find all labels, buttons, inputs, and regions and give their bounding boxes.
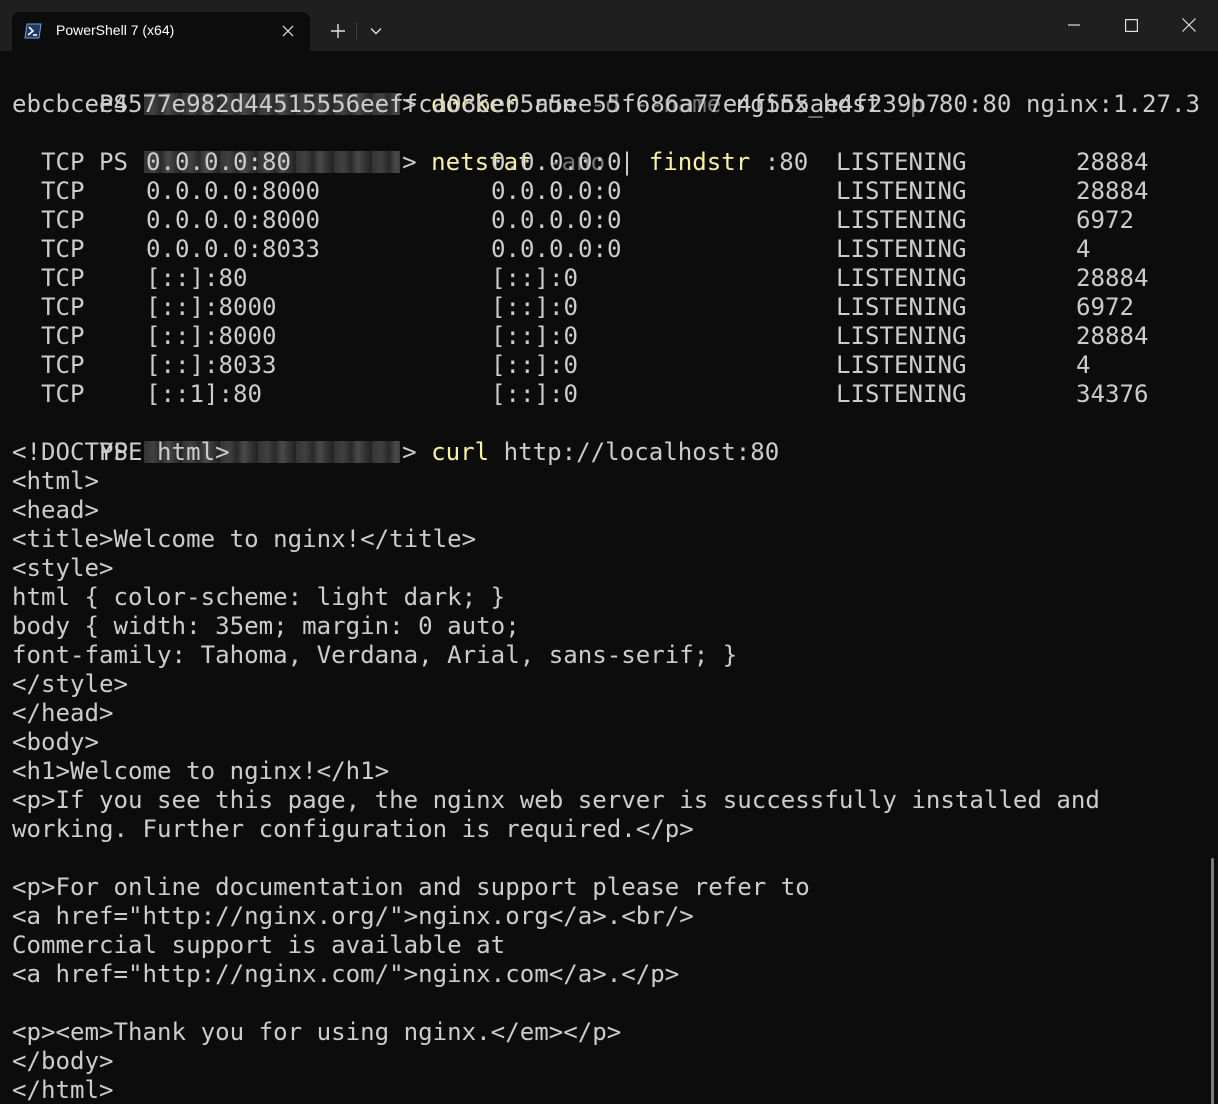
plus-icon[interactable] xyxy=(326,19,350,43)
netstat-proto: TCP xyxy=(41,351,85,379)
tab-divider xyxy=(356,22,357,40)
netstat-proto: TCP xyxy=(41,293,85,321)
command-name: curl xyxy=(431,438,490,466)
output-line: <p><em>Thank you for using nginx.</em></… xyxy=(12,1018,622,1046)
output-line: <style> xyxy=(12,554,114,582)
netstat-pid: 28884 xyxy=(1076,177,1149,205)
netstat-local-address: [::1]:80 xyxy=(146,380,263,408)
prompt-line-docker: PS > docker run -d --name nginx_host -p 8… xyxy=(12,61,1200,118)
netstat-proto: TCP xyxy=(41,235,85,263)
output-line: </body> xyxy=(12,1047,114,1075)
prompt-line-curl: PS > curl http://localhost:80 xyxy=(12,409,779,466)
output-line: <body> xyxy=(12,728,100,756)
netstat-foreign-address: [::]:0 xyxy=(491,264,579,292)
output-line: <a href="http://nginx.org/">nginx.org</a… xyxy=(12,902,694,930)
table-row: TCP [::]:8000 [::]:0 LISTENING 28884 xyxy=(0,322,1218,351)
netstat-foreign-address: [::]:0 xyxy=(491,322,579,350)
table-row: TCP [::]:80 [::]:0 LISTENING 28884 xyxy=(0,264,1218,293)
netstat-pid: 28884 xyxy=(1076,148,1149,176)
output-line: <p>For online documentation and support … xyxy=(12,873,810,901)
output-line: <p>If you see this page, the nginx web s… xyxy=(12,786,1100,814)
netstat-pid: 6972 xyxy=(1076,293,1135,321)
netstat-local-address: 0.0.0.0:8000 xyxy=(146,177,321,205)
netstat-foreign-address: 0.0.0.0:0 xyxy=(491,148,622,176)
output-line: </html> xyxy=(12,1076,114,1104)
netstat-foreign-address: [::]:0 xyxy=(491,293,579,321)
terminal-output[interactable]: PS > docker run -d --name nginx_host -p 8… xyxy=(0,51,1218,1104)
netstat-local-address: [::]:8033 xyxy=(146,351,277,379)
netstat-state: LISTENING xyxy=(836,351,967,379)
table-row: TCP 0.0.0.0:8000 0.0.0.0:0 LISTENING 6972 xyxy=(0,206,1218,235)
maximize-icon[interactable] xyxy=(1112,8,1150,42)
command-arg: nginx:1.27.3 xyxy=(1025,90,1201,118)
output-line: working. Further configuration is requir… xyxy=(12,815,694,843)
netstat-local-address: 0.0.0.0:80 xyxy=(146,148,292,176)
output-line: <head> xyxy=(12,496,100,524)
output-line: <!DOCTYPE html> xyxy=(12,438,230,466)
table-row: TCP [::]:8033 [::]:0 LISTENING 4 xyxy=(0,351,1218,380)
netstat-foreign-address: [::]:0 xyxy=(491,351,579,379)
output-line: font-family: Tahoma, Verdana, Arial, san… xyxy=(12,641,738,669)
prompt-line-netstat: PS > netstat -ano | findstr :80 xyxy=(12,119,808,176)
netstat-proto: TCP xyxy=(41,380,85,408)
output-line: body { width: 35em; margin: 0 auto; xyxy=(12,612,520,640)
tab-powershell[interactable]: PowerShell 7 (x64) xyxy=(12,12,310,51)
table-row: TCP 0.0.0.0:80 0.0.0.0:0 LISTENING 28884 xyxy=(0,148,1218,177)
netstat-local-address: 0.0.0.0:8000 xyxy=(146,206,321,234)
close-icon[interactable] xyxy=(278,21,298,41)
tab-title: PowerShell 7 (x64) xyxy=(56,22,175,38)
title-bar: PowerShell 7 (x64) xyxy=(0,0,1218,51)
netstat-state: LISTENING xyxy=(836,380,967,408)
table-row: TCP 0.0.0.0:8033 0.0.0.0:0 LISTENING 4 xyxy=(0,235,1218,264)
table-row: TCP [::1]:80 [::]:0 LISTENING 34376 xyxy=(0,380,1218,409)
netstat-local-address: 0.0.0.0:8033 xyxy=(146,235,321,263)
output-line: </style> xyxy=(12,670,129,698)
netstat-local-address: [::]:8000 xyxy=(146,322,277,350)
output-line: <a href="http://nginx.com/">nginx.com</a… xyxy=(12,960,680,988)
table-row: TCP [::]:8000 [::]:0 LISTENING 6972 xyxy=(0,293,1218,322)
netstat-foreign-address: 0.0.0.0:0 xyxy=(491,206,622,234)
netstat-proto: TCP xyxy=(41,206,85,234)
netstat-state: LISTENING xyxy=(836,148,967,176)
output-line: <h1>Welcome to nginx!</h1> xyxy=(12,757,390,785)
netstat-foreign-address: [::]:0 xyxy=(491,380,579,408)
netstat-state: LISTENING xyxy=(836,322,967,350)
netstat-local-address: [::]:8000 xyxy=(146,293,277,321)
output-line: Commercial support is available at xyxy=(12,931,506,959)
netstat-state: LISTENING xyxy=(836,235,967,263)
netstat-pid: 28884 xyxy=(1076,322,1149,350)
netstat-pid: 28884 xyxy=(1076,264,1149,292)
netstat-foreign-address: 0.0.0.0:0 xyxy=(491,235,622,263)
netstat-local-address: [::]:80 xyxy=(146,264,248,292)
output-line: html { color-scheme: light dark; } xyxy=(12,583,506,611)
command-arg: http://localhost:80 xyxy=(503,438,780,466)
chevron-down-icon[interactable] xyxy=(364,19,388,43)
netstat-proto: TCP xyxy=(41,177,85,205)
netstat-state: LISTENING xyxy=(836,293,967,321)
netstat-pid: 4 xyxy=(1076,235,1091,263)
terminal-window: PowerShell 7 (x64) PS > docker run -d --… xyxy=(0,0,1218,1104)
command-arg: 80:80 xyxy=(938,90,1012,118)
netstat-state: LISTENING xyxy=(836,264,967,292)
netstat-state: LISTENING xyxy=(836,206,967,234)
prompt-suffix: > xyxy=(402,438,417,466)
netstat-proto: TCP xyxy=(41,322,85,350)
container-id: ebcbcee4577e982d44515556eeffca086e05a5ee… xyxy=(12,90,941,118)
output-line: <title>Welcome to nginx!</title> xyxy=(12,525,477,553)
netstat-foreign-address: 0.0.0.0:0 xyxy=(491,177,622,205)
close-icon[interactable] xyxy=(1170,8,1208,42)
netstat-state: LISTENING xyxy=(836,177,967,205)
powershell-icon xyxy=(24,23,42,39)
table-row: TCP 0.0.0.0:8000 0.0.0.0:0 LISTENING 28884 xyxy=(0,177,1218,206)
scrollbar-thumb[interactable] xyxy=(1211,858,1214,1104)
output-line: <html> xyxy=(12,467,100,495)
output-line: </head> xyxy=(12,699,114,727)
netstat-pid: 34376 xyxy=(1076,380,1149,408)
netstat-pid: 4 xyxy=(1076,351,1091,379)
minimize-icon[interactable] xyxy=(1055,8,1093,42)
netstat-proto: TCP xyxy=(41,148,85,176)
netstat-pid: 6972 xyxy=(1076,206,1135,234)
netstat-proto: TCP xyxy=(41,264,85,292)
